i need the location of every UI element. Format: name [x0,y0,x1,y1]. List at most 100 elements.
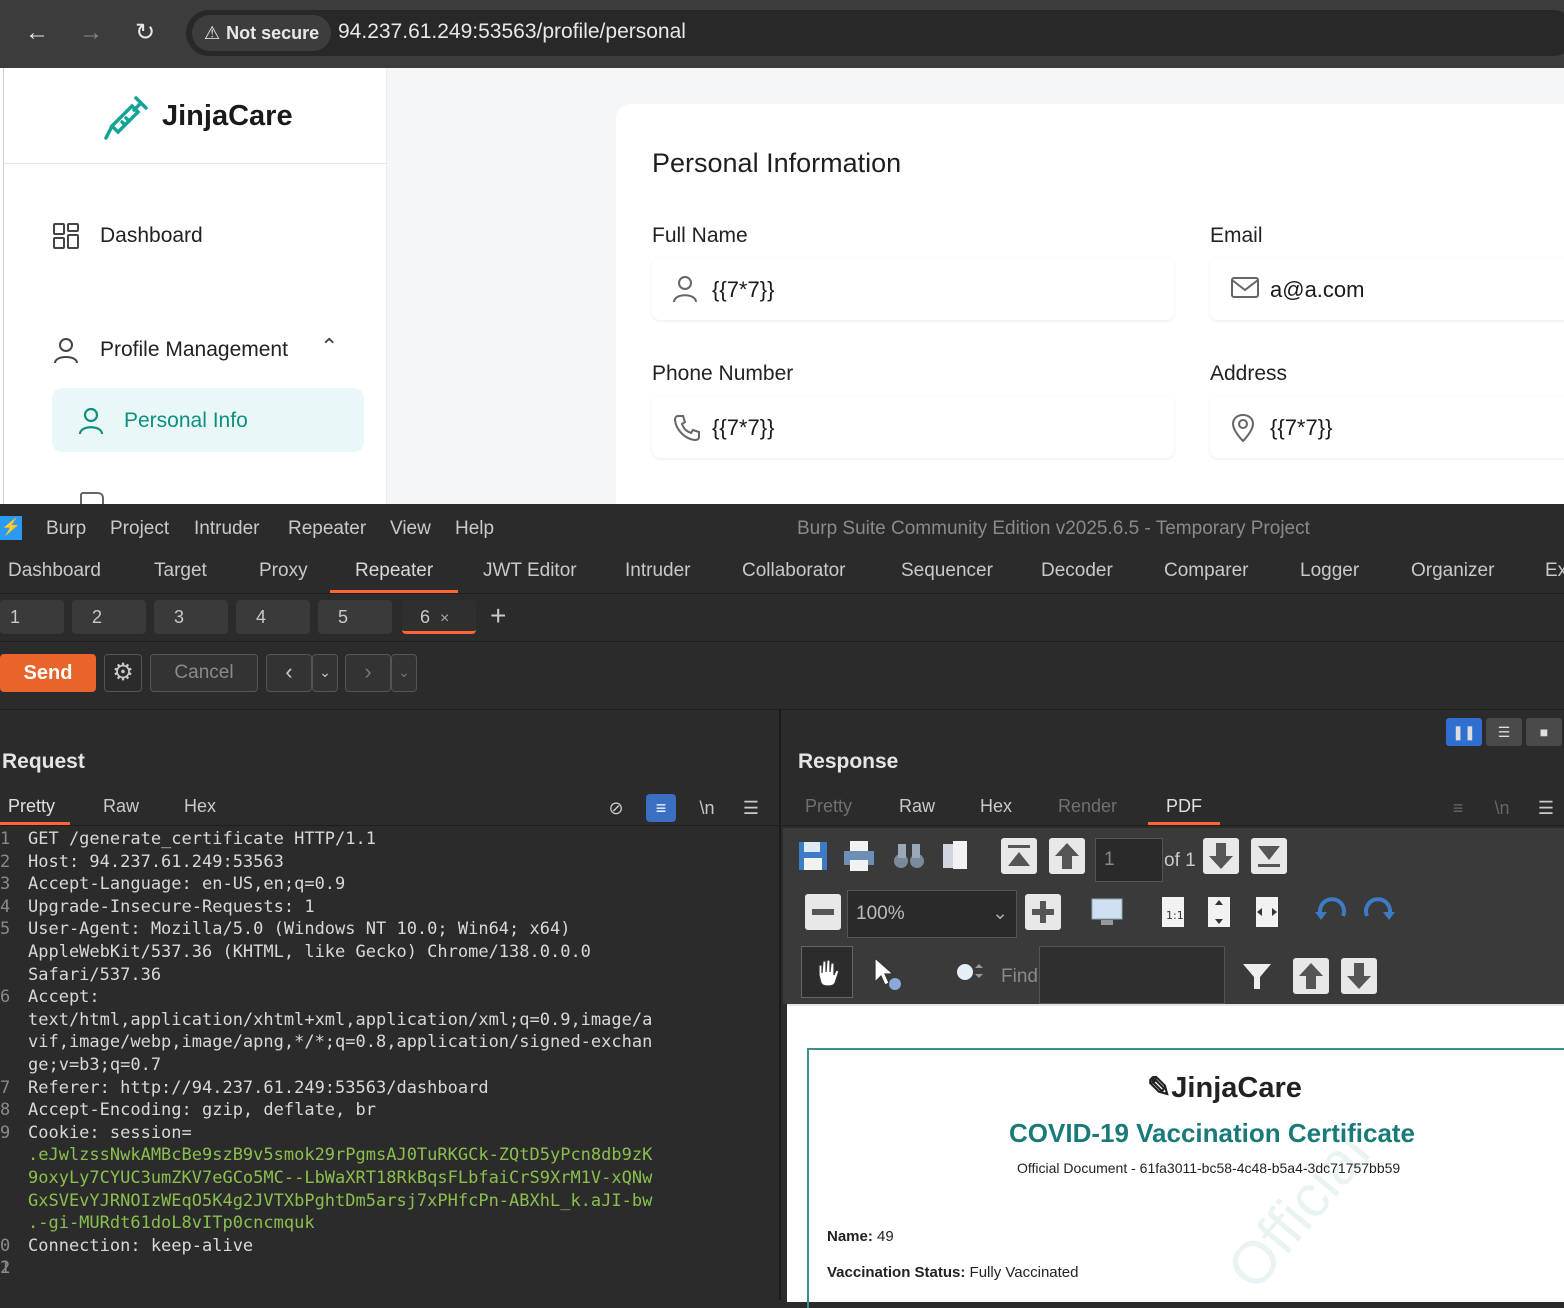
response-tab-pdf[interactable]: PDF [1166,796,1202,817]
line-content: Cookie: session= [28,1122,192,1143]
filter-icon[interactable] [1239,958,1275,994]
menu-view[interactable]: View [390,518,431,540]
url-text[interactable]: 94.237.61.249:53563/profile/personal [338,20,686,44]
zoom-tool-icon[interactable] [951,954,987,990]
hand-tool-button[interactable] [801,946,853,998]
address-field[interactable]: {{7*7}} [1210,396,1564,458]
history-forward-button[interactable]: › [345,654,391,692]
chevron-down-icon[interactable]: ⌄ [391,654,417,692]
prev-page-icon[interactable] [1049,838,1085,874]
send-button[interactable]: Send [0,654,96,692]
sidebar-item-label: Dashboard [100,224,203,247]
repeater-tab-2[interactable]: 2 [72,600,146,634]
line-number: 9 [0,1122,11,1143]
tab-organizer[interactable]: Organizer [1411,560,1494,582]
menu-icon[interactable]: ☰ [736,794,766,822]
history-back-button[interactable]: ‹ [266,654,312,692]
save-icon[interactable] [795,838,831,874]
cancel-button[interactable]: Cancel [150,654,258,692]
find-input[interactable] [1039,946,1225,1004]
split-vertical-icon[interactable]: ❚❚ [1446,718,1482,746]
response-tab-pretty[interactable]: Pretty [805,796,852,817]
sidebar-item-personal-info[interactable]: Personal Info [52,388,364,452]
tab-extensions[interactable]: Ex [1545,560,1564,582]
menu-help[interactable]: Help [455,518,494,540]
newline-icon[interactable]: \n [1487,794,1517,822]
app-logo[interactable]: JinjaCare [162,100,293,133]
zoom-in-icon[interactable] [1025,894,1061,930]
actual-size-icon[interactable]: 1:1 [1155,894,1191,930]
request-line: GxSVEvYJRNOIzWEqO5K4g2JVTXbPghtDm5arsj7x… [0,1190,781,1213]
page-number-input[interactable]: 1 [1095,838,1163,882]
eye-off-icon[interactable]: ⊘ [601,794,631,822]
fit-page-icon[interactable] [1201,894,1237,930]
repeater-tab-3[interactable]: 3 [154,600,228,634]
chevron-down-icon[interactable]: ⌄ [312,654,338,692]
last-page-icon[interactable] [1251,838,1287,874]
rotate-ccw-icon[interactable] [1313,894,1349,930]
tab-decoder[interactable]: Decoder [1041,560,1113,582]
repeater-action-bar: Send ⚙ Cancel ‹ ⌄ › ⌄ [0,642,1564,710]
tab-sequencer[interactable]: Sequencer [901,560,993,582]
repeater-tab-6[interactable]: 6 × [402,600,476,634]
tab-comparer[interactable]: Comparer [1164,560,1248,582]
single-pane-icon[interactable]: ■ [1526,718,1562,746]
menu-burp[interactable]: Burp [46,518,86,540]
find-next-icon[interactable] [1341,958,1377,994]
forward-arrow-icon[interactable]: → [76,18,106,48]
add-tab-icon[interactable]: + [490,600,506,632]
repeater-tab-1[interactable]: 1 [0,600,64,634]
repeater-tab-4[interactable]: 4 [236,600,310,634]
tab-target[interactable]: Target [154,560,207,582]
address-bar[interactable]: ⚠ Not secure 94.237.61.249:53563/profile/… [186,10,1564,56]
zoom-out-icon[interactable] [805,894,841,930]
sidebar-item-dashboard[interactable]: Dashboard [50,206,370,266]
menu-repeater[interactable]: Repeater [288,518,366,540]
fit-width-icon[interactable] [1249,894,1285,930]
tab-dashboard[interactable]: Dashboard [8,560,101,582]
close-icon[interactable]: × [440,610,449,627]
page-total: of 1 [1164,850,1196,871]
tab-repeater[interactable]: Repeater [355,560,433,582]
first-page-icon[interactable] [1001,838,1037,874]
phone-field[interactable]: {{7*7}} [652,396,1174,458]
tab-intruder[interactable]: Intruder [625,560,690,582]
security-chip[interactable]: ⚠ Not secure [192,15,332,51]
tab-jwt-editor[interactable]: JWT Editor [483,560,577,582]
request-editor[interactable]: 1 GET /generate_certificate HTTP/1.1 2 Host… [0,828,781,1278]
binoculars-icon[interactable] [891,838,927,874]
wrap-lines-icon[interactable]: ≡ [646,794,676,822]
split-horizontal-icon[interactable]: ☰ [1486,718,1522,746]
tab-logger[interactable]: Logger [1300,560,1359,582]
chevron-up-icon[interactable]: ⌃ [320,334,338,360]
newline-icon[interactable]: \n [692,794,722,822]
request-tab-hex[interactable]: Hex [184,796,216,817]
full-name-field[interactable]: {{7*7}} [652,258,1174,320]
sidebar-item-profile-management[interactable]: Profile Management ⌃ [50,320,370,380]
repeater-tab-5[interactable]: 5 [318,600,392,634]
email-field[interactable]: a@a.com [1210,258,1564,320]
pages-icon[interactable] [937,838,973,874]
request-tab-raw[interactable]: Raw [103,796,139,817]
request-tab-pretty[interactable]: Pretty [8,796,55,817]
gear-icon[interactable]: ⚙ [104,654,142,692]
response-tab-render[interactable]: Render [1058,796,1117,817]
reload-icon[interactable]: ↻ [130,18,160,48]
rotate-cw-icon[interactable] [1361,894,1397,930]
pointer-icon[interactable] [867,954,903,990]
monitor-icon[interactable] [1089,894,1125,930]
response-tab-hex[interactable]: Hex [980,796,1012,817]
zoom-select[interactable]: 100% ⌄ [847,890,1017,938]
print-icon[interactable] [841,838,877,874]
menu-icon[interactable]: ☰ [1531,794,1561,822]
pdf-viewer[interactable]: Official ✎JinjaCare COVID-19 Vaccination… [787,1004,1564,1308]
tab-collaborator[interactable]: Collaborator [742,560,846,582]
back-arrow-icon[interactable]: ← [22,18,52,48]
find-previous-icon[interactable] [1293,958,1329,994]
tab-proxy[interactable]: Proxy [259,560,308,582]
next-page-icon[interactable] [1203,838,1239,874]
wrap-lines-icon[interactable]: ≡ [1443,794,1473,822]
menu-project[interactable]: Project [110,518,169,540]
menu-intruder[interactable]: Intruder [194,518,259,540]
response-tab-raw[interactable]: Raw [899,796,935,817]
